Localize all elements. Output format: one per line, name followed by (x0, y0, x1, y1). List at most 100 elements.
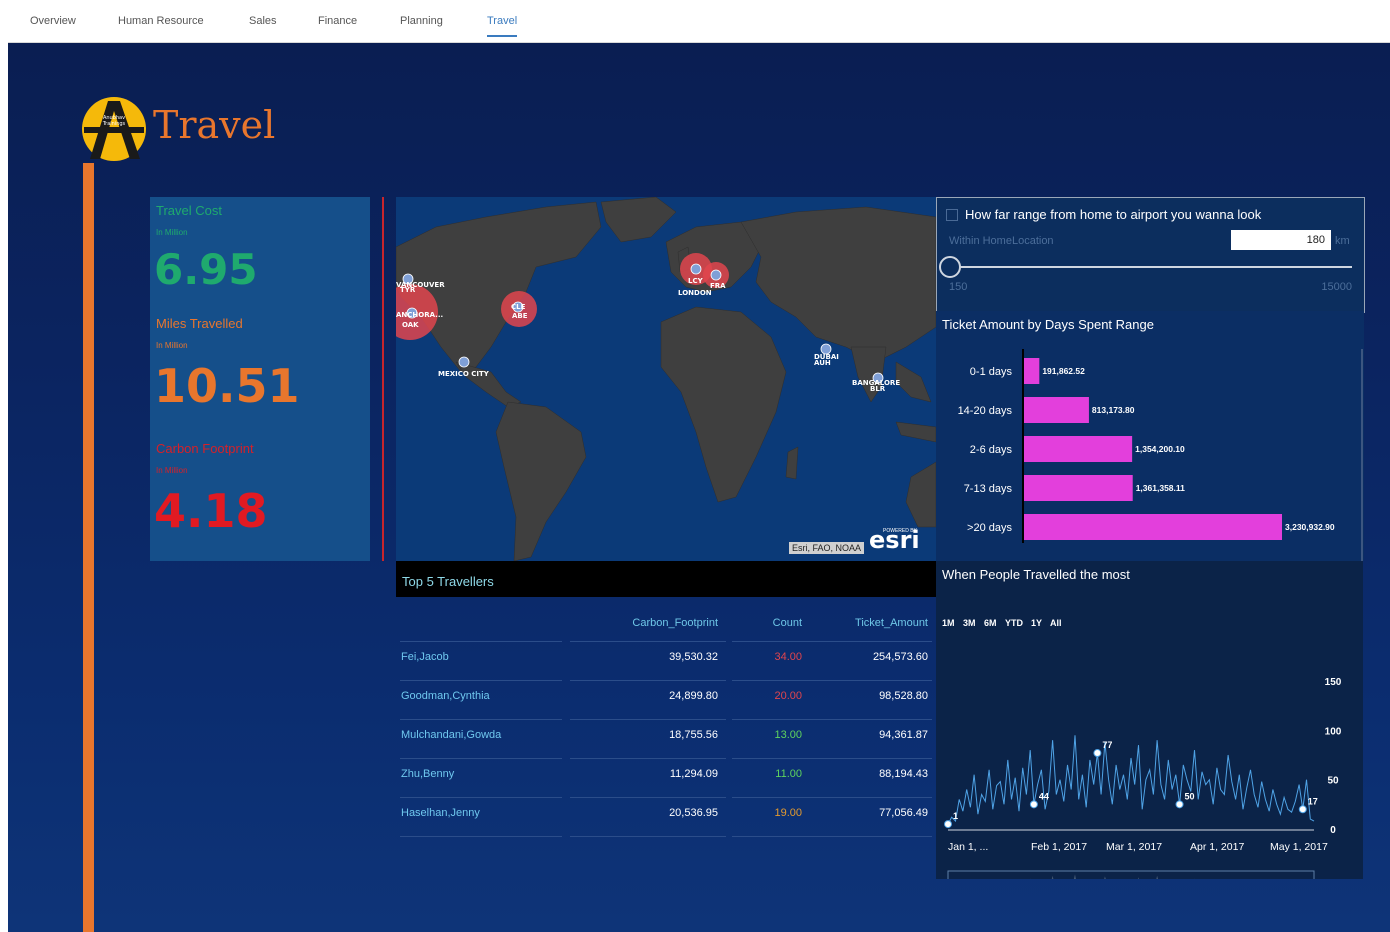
map-attribution: Esri, FAO, NOAA (789, 542, 865, 554)
row-divider (570, 641, 726, 642)
y-tick-label: 150 (1325, 677, 1342, 688)
tab-travel[interactable]: Travel (487, 15, 518, 37)
col-header-count[interactable]: Count (748, 617, 802, 629)
row-divider (812, 719, 932, 720)
bar[interactable] (1024, 436, 1133, 462)
map-label-fra: FRA (710, 282, 726, 290)
data-point-label: 44 (1039, 791, 1049, 801)
map-label-lcy: LCY (688, 277, 704, 285)
ticket-amount-cell: 254,573.60 (872, 651, 928, 663)
row-divider (732, 641, 812, 642)
data-point-label: 17 (1308, 796, 1318, 806)
bar-category-label: 14-20 days (958, 405, 1013, 417)
tab-human-resource[interactable]: Human Resource (118, 15, 204, 35)
x-tick-label: Jan 1, ... (948, 841, 988, 853)
count-cell: 13.00 (774, 729, 802, 741)
bar-value-label: 3,230,932.90 (1285, 522, 1335, 532)
data-point[interactable] (944, 820, 952, 829)
expand-icon[interactable] (946, 209, 958, 221)
bar[interactable] (1024, 397, 1089, 423)
ticket-amount-cell: 88,194.43 (879, 768, 928, 780)
row-divider (570, 797, 726, 798)
traveller-name: Fei,Jacob (401, 651, 449, 663)
distance-filter-panel: How far range from home to airport you w… (936, 197, 1365, 313)
slider-min: 150 (949, 281, 968, 293)
travel-cost-label: Travel Cost (156, 203, 222, 218)
distance-input[interactable]: 180 (1231, 230, 1331, 250)
count-cell: 20.00 (774, 690, 802, 702)
tab-finance[interactable]: Finance (318, 15, 357, 35)
timeseries-svg: 150 100 50 0 1 44 77 50 17 Jan 1, ... Feb 1, 2017 M… (944, 677, 1342, 879)
row-divider (812, 641, 932, 642)
tab-planning[interactable]: Planning (400, 15, 443, 35)
data-point[interactable] (1093, 749, 1102, 758)
map-svg: VANCOUVER TYR ANCHORA... OAK CLE ABE MEX… (396, 197, 936, 561)
bar[interactable] (1024, 514, 1282, 540)
kpi-panel: Travel Cost In Million 6.95 Miles Travel… (150, 197, 370, 561)
carbon-value: 4.18 (154, 484, 268, 538)
esri-logo: esri (869, 526, 920, 554)
row-divider (570, 680, 726, 681)
row-divider (570, 836, 726, 837)
row-divider (812, 680, 932, 681)
row-divider (400, 758, 562, 759)
data-point-label: 77 (1102, 740, 1112, 750)
map-label-auh: AUH (814, 359, 831, 367)
y-tick-label: 50 (1327, 776, 1339, 787)
col-header-ticket[interactable]: Ticket_Amount (838, 617, 928, 629)
carbon-footprint-cell: 18,755.56 (669, 729, 718, 741)
map-label-tyr: TYR (400, 286, 416, 294)
series-line (947, 735, 1315, 825)
top5-title: Top 5 Travellers (402, 574, 494, 589)
bar-category-label: 2-6 days (970, 444, 1013, 456)
miles-value: 10.51 (154, 359, 300, 413)
row-divider (400, 719, 562, 720)
bar[interactable] (1024, 475, 1133, 501)
tab-sales[interactable]: Sales (249, 15, 277, 35)
data-point[interactable] (1175, 800, 1184, 809)
anubhav-logo: Anubhav Trainings (82, 97, 146, 161)
traveller-name: Mulchandani,Gowda (401, 729, 502, 741)
carbon-label: Carbon Footprint (156, 441, 254, 456)
dashboard-canvas: Anubhav Trainings Travel Travel Cost In … (8, 43, 1390, 932)
row-divider (812, 836, 932, 837)
row-divider (400, 680, 562, 681)
traveller-name: Goodman,Cynthia (401, 690, 490, 702)
col-header-carbon[interactable]: Carbon_Footprint (626, 617, 718, 629)
data-point[interactable] (1029, 800, 1038, 809)
data-point[interactable] (1298, 805, 1307, 814)
row-divider (732, 758, 812, 759)
miles-unit: In Million (156, 341, 188, 350)
bar[interactable] (1024, 358, 1040, 384)
navigator-frame[interactable] (947, 870, 1315, 879)
ticket-amount-chart: Ticket Amount by Days Spent Range 0-1 da… (936, 311, 1364, 561)
carbon-footprint-cell: 39,530.32 (669, 651, 718, 663)
data-point-label: 1 (953, 811, 958, 821)
row-divider (732, 836, 812, 837)
bar-category-label: >20 days (967, 522, 1012, 534)
miles-label: Miles Travelled (156, 316, 243, 331)
x-tick-label: May 1, 2017 (1270, 841, 1328, 853)
tab-overview[interactable]: Overview (30, 15, 76, 35)
count-cell: 34.00 (774, 651, 802, 663)
logo-text-bottom: Trainings (102, 121, 126, 127)
bar-value-label: 813,173.80 (1092, 405, 1135, 415)
row-divider (812, 797, 932, 798)
navigator-area (1030, 874, 1195, 879)
world-map[interactable]: VANCOUVER TYR ANCHORA... OAK CLE ABE MEX… (396, 197, 936, 561)
ticket-amount-cell: 94,361.87 (879, 729, 928, 741)
row-divider (732, 719, 812, 720)
row-divider (812, 758, 932, 759)
x-tick-label: Mar 1, 2017 (1106, 841, 1162, 853)
bar-category-label: 0-1 days (970, 366, 1013, 378)
travel-cost-value: 6.95 (154, 245, 258, 294)
ticket-bar-svg: 0-1 days 191,862.52 14-20 days 813,173.80 2-… (958, 349, 1363, 561)
bar-value-label: 1,361,358.11 (1136, 483, 1185, 493)
slider-track[interactable] (949, 266, 1352, 268)
row-divider (570, 758, 726, 759)
row-divider (400, 797, 562, 798)
map-label-anchora: ANCHORA... (396, 311, 443, 319)
carbon-footprint-cell: 11,294.09 (669, 768, 718, 780)
row-divider (570, 719, 726, 720)
slider-handle[interactable] (939, 256, 961, 278)
